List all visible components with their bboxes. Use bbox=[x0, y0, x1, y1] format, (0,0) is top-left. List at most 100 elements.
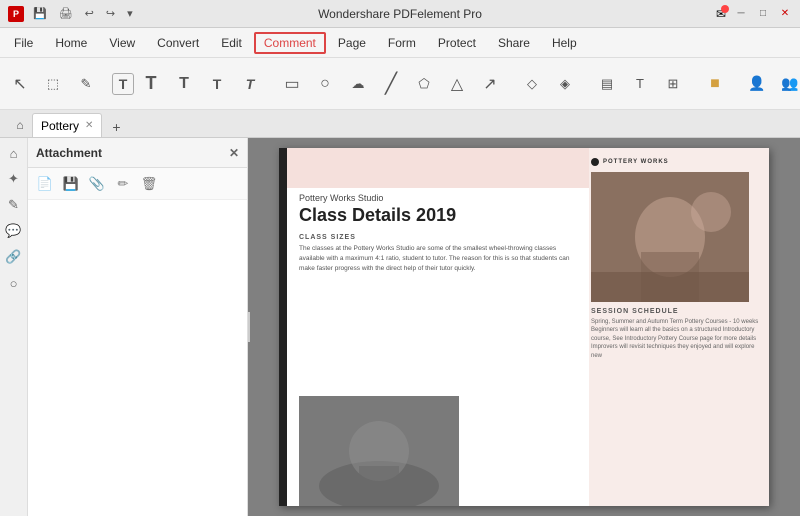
highlight-btn[interactable]: ◇ bbox=[516, 64, 548, 104]
sidebar-edit-icon[interactable]: ✎ bbox=[3, 194, 25, 216]
text-small-btn[interactable]: T bbox=[201, 64, 233, 104]
select-tool-btn[interactable]: ↖ bbox=[4, 64, 36, 104]
sidebar-comment-icon[interactable]: 💬 bbox=[3, 220, 25, 242]
pin-attachment-btn[interactable]: 📎 bbox=[86, 173, 108, 195]
quick-save[interactable]: 💾 bbox=[30, 6, 50, 21]
menu-convert[interactable]: Convert bbox=[147, 32, 209, 54]
attachment-panel: Attachment ✕ 📄 💾 📎 ✏ 🗑 bbox=[28, 138, 248, 516]
ribbon-text-group: T T T T T bbox=[112, 64, 266, 104]
app-icon: P bbox=[8, 6, 24, 22]
pottery-logo: POTTERY WORKS bbox=[591, 158, 759, 166]
pottery-logo-text: POTTERY WORKS bbox=[603, 159, 669, 165]
menu-help[interactable]: Help bbox=[542, 32, 587, 54]
text-field2-btn[interactable]: ⊞ bbox=[657, 64, 689, 104]
text-field-btn[interactable]: T bbox=[624, 64, 656, 104]
pottery-circle bbox=[591, 158, 599, 166]
menu-form[interactable]: Form bbox=[378, 32, 426, 54]
home-tab-btn[interactable]: ⌂ bbox=[8, 113, 32, 137]
edit-attachment-btn[interactable]: ✏ bbox=[112, 173, 134, 195]
ribbon-user-group: 👤 👥 bbox=[741, 64, 800, 104]
pdf-subtitle: Pottery Works Studio bbox=[299, 193, 579, 203]
quick-print[interactable]: 🖨 bbox=[56, 6, 76, 21]
ribbon-markup-group: ◇ ◈ bbox=[516, 64, 581, 104]
rectangle-btn[interactable]: ▭ bbox=[276, 64, 308, 104]
ribbon-text-markup-group: ▤ T ⊞ bbox=[591, 64, 689, 104]
pdf-section1-label: CLASS SIZES bbox=[299, 234, 579, 241]
polygon-btn[interactable]: ⬠ bbox=[408, 64, 440, 104]
panel-title: Attachment bbox=[36, 146, 102, 160]
pdf-body-text: The classes at the Pottery Works Studio … bbox=[299, 244, 579, 273]
pdf-main-title: Class Details 2019 bbox=[299, 205, 579, 226]
delete-attachment-btn[interactable]: 🗑 bbox=[138, 173, 160, 195]
sidebar-bookmark-icon[interactable]: ✦ bbox=[3, 168, 25, 190]
quick-menu[interactable]: ▾ bbox=[124, 6, 136, 21]
pdf-session-text: Spring, Summer and Autumn Term Pottery C… bbox=[591, 318, 759, 360]
tab-close-btn[interactable]: ✕ bbox=[85, 120, 93, 131]
menu-share[interactable]: Share bbox=[488, 32, 540, 54]
email-badge bbox=[721, 5, 729, 13]
pottery-photo-svg bbox=[591, 172, 749, 302]
ribbon-toolbar: ↖ ⬚ ✎ T T T T T ▭ ○ ☁ ╱ ⬠ △ ↗ ◇ ◈ ▤ T ⊞ … bbox=[0, 58, 800, 110]
persons-btn[interactable]: 👥 bbox=[774, 64, 800, 104]
title-bar-left: P 💾 🖨 ↩ ↪ ▾ bbox=[8, 6, 136, 22]
menu-protect[interactable]: Protect bbox=[428, 32, 486, 54]
panel-header: Attachment ✕ bbox=[28, 138, 247, 168]
ribbon-color-group: ■ bbox=[699, 64, 731, 104]
text-box-btn[interactable]: T bbox=[112, 73, 134, 95]
pdf-session-title: SESSION SCHEDULE bbox=[591, 308, 759, 315]
arrow-btn[interactable]: ↗ bbox=[474, 64, 506, 104]
pdf-right-content: POTTERY WORKS SESSION SCHEDULE Spring, S… bbox=[591, 158, 759, 360]
pdf-page: Pottery Works Studio Class Details 2019 … bbox=[279, 148, 769, 506]
main-area: ⌂ ✦ ✎ 💬 🔗 ○ Attachment ✕ 📄 💾 📎 ✏ 🗑 ‹ bbox=[0, 138, 800, 516]
pdf-content-left: Pottery Works Studio Class Details 2019 … bbox=[299, 193, 579, 281]
add-tab-btn[interactable]: + bbox=[106, 117, 126, 137]
quick-undo[interactable]: ↩ bbox=[82, 6, 97, 21]
panel-close-btn[interactable]: ✕ bbox=[229, 146, 239, 160]
text-medium-btn[interactable]: T bbox=[168, 64, 200, 104]
menu-comment[interactable]: Comment bbox=[254, 32, 326, 54]
ribbon-select-group: ↖ ⬚ ✎ bbox=[4, 64, 102, 104]
title-bar: P 💾 🖨 ↩ ↪ ▾ Wondershare PDFelement Pro ✉… bbox=[0, 0, 800, 28]
close-button[interactable]: ✕ bbox=[778, 7, 792, 21]
text-italic-btn[interactable]: T bbox=[234, 64, 266, 104]
ellipse-btn[interactable]: ○ bbox=[309, 64, 341, 104]
minimize-button[interactable]: ─ bbox=[734, 7, 748, 21]
pdf-right-photo bbox=[591, 172, 749, 302]
strikethrough-btn[interactable]: ◈ bbox=[549, 64, 581, 104]
menu-page[interactable]: Page bbox=[328, 32, 376, 54]
line-btn[interactable]: ╱ bbox=[375, 64, 407, 104]
sidebar-home-icon[interactable]: ⌂ bbox=[3, 142, 25, 164]
hand-tool-btn[interactable]: ✎ bbox=[70, 64, 102, 104]
left-sidebar: ⌂ ✦ ✎ 💬 🔗 ○ bbox=[0, 138, 28, 516]
save-attachment-btn[interactable]: 💾 bbox=[60, 173, 82, 195]
person-btn[interactable]: 👤 bbox=[741, 64, 773, 104]
cloud-btn[interactable]: ☁ bbox=[342, 64, 374, 104]
sidebar-circle-icon[interactable]: ○ bbox=[3, 272, 25, 294]
menu-bar: File Home View Convert Edit Comment Page… bbox=[0, 28, 800, 58]
text-tool-btn[interactable]: T bbox=[135, 64, 167, 104]
color-box-btn[interactable]: ■ bbox=[699, 64, 731, 104]
menu-edit[interactable]: Edit bbox=[211, 32, 252, 54]
menu-home[interactable]: Home bbox=[45, 32, 97, 54]
text-block-btn[interactable]: ▤ bbox=[591, 64, 623, 104]
tab-label: Pottery bbox=[41, 119, 79, 133]
pdf-bottom-photo bbox=[299, 396, 459, 506]
title-bar-right: ✉ ─ □ ✕ bbox=[716, 7, 792, 21]
pottery-tab[interactable]: Pottery ✕ bbox=[32, 113, 102, 137]
sidebar-link-icon[interactable]: 🔗 bbox=[3, 246, 25, 268]
pdf-viewer: ‹ Pottery Works Studio Class Details 201… bbox=[248, 138, 800, 516]
pottery-bottom-svg bbox=[299, 396, 459, 506]
quick-redo[interactable]: ↪ bbox=[103, 6, 118, 21]
ribbon-shapes-group: ▭ ○ ☁ ╱ ⬠ △ ↗ bbox=[276, 64, 506, 104]
app-title: Wondershare PDFelement Pro bbox=[318, 7, 482, 21]
triangle-btn[interactable]: △ bbox=[441, 64, 473, 104]
panel-toolbar: 📄 💾 📎 ✏ 🗑 bbox=[28, 168, 247, 200]
menu-file[interactable]: File bbox=[4, 32, 43, 54]
maximize-button[interactable]: □ bbox=[756, 7, 770, 21]
select2-tool-btn[interactable]: ⬚ bbox=[37, 64, 69, 104]
email-button[interactable]: ✉ bbox=[716, 7, 726, 21]
menu-view[interactable]: View bbox=[99, 32, 145, 54]
add-attachment-btn[interactable]: 📄 bbox=[34, 173, 56, 195]
pdf-left-bar bbox=[279, 148, 287, 506]
panel-collapse-handle[interactable]: ‹ bbox=[248, 312, 250, 342]
